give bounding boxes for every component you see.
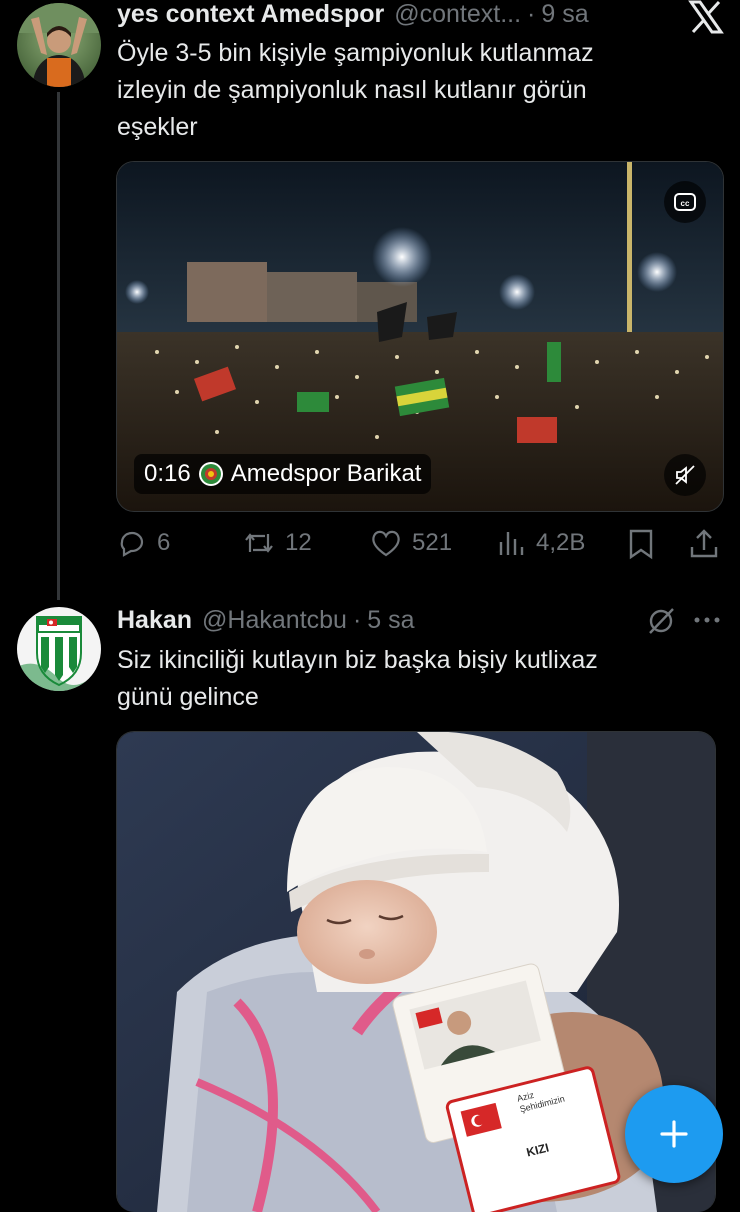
like-count: 521: [412, 529, 453, 556]
display-name[interactable]: yes context Amedspor: [117, 0, 384, 29]
dot-separator: ·: [527, 0, 536, 28]
tweet-1-text: Öyle 3-5 bin kişiyle şampiyonluk kutlanm…: [117, 35, 717, 146]
tweet-video[interactable]: cc 0:16 Amedspor Barikat: [116, 161, 724, 512]
like-button[interactable]: 521: [370, 528, 452, 558]
dot-separator: ·: [352, 606, 362, 634]
views-count: 4,2B: [536, 529, 586, 556]
repost-icon: [245, 533, 273, 553]
views-button[interactable]: 4,2B: [498, 528, 585, 558]
reply-count: 6: [157, 529, 171, 556]
tweet-2-text: Siz ikinciliği kutlayın biz başka bişiy …: [117, 642, 717, 716]
cc-icon[interactable]: cc: [664, 181, 706, 223]
tweet-text-line: Siz ikinciliği kutlayın biz başka bişiy …: [117, 646, 598, 674]
compose-button[interactable]: [625, 1085, 723, 1183]
like-icon: [372, 530, 400, 557]
reply-icon: [120, 531, 144, 557]
more-icon[interactable]: [693, 612, 721, 633]
mute-icon[interactable]: [664, 454, 706, 496]
repost-button[interactable]: 12: [243, 528, 312, 558]
tweet-time[interactable]: 9 sa: [541, 0, 588, 29]
tweet-text-line: eşekler: [117, 113, 198, 141]
tweet-text-line: izleyin de şampiyonluk nasıl kutlanır gö…: [117, 76, 587, 104]
display-name[interactable]: Hakan: [117, 606, 192, 635]
svg-text:cc: cc: [681, 199, 690, 208]
tweet-text-line: Öyle 3-5 bin kişiyle şampiyonluk kutlanm…: [117, 39, 594, 67]
video-source-name[interactable]: Amedspor Barikat: [231, 460, 422, 488]
compose-plus-icon: [660, 1120, 688, 1148]
avatar-hakan[interactable]: [17, 607, 101, 691]
share-button[interactable]: [689, 528, 719, 560]
share-icon: [690, 529, 718, 558]
video-overlay-info: 0:16 Amedspor Barikat: [134, 454, 432, 494]
bookmark-icon: [629, 529, 653, 560]
grok-icon[interactable]: [646, 606, 676, 641]
tweet-1-header: yes context Amedspor @context... · 9 sa: [117, 0, 589, 29]
tweet-time[interactable]: 5 sa: [367, 606, 414, 635]
user-handle[interactable]: @context...: [394, 0, 521, 29]
user-handle[interactable]: @Hakantcbu: [202, 606, 347, 635]
reply-button[interactable]: 6: [117, 528, 170, 558]
tweet-2-header: Hakan @Hakantcbu · 5 sa: [117, 606, 415, 635]
video-duration: 0:16: [144, 460, 191, 487]
amedspor-logo-icon: [198, 462, 223, 486]
repost-count: 12: [285, 529, 312, 556]
x-logo-icon[interactable]: [688, 0, 724, 34]
thread-connector-line: [57, 92, 60, 600]
avatar-yes-context[interactable]: [17, 3, 101, 87]
bookmark-button[interactable]: [627, 528, 655, 560]
views-icon: [499, 532, 524, 555]
tweet-text-line: günü gelince: [117, 683, 259, 711]
